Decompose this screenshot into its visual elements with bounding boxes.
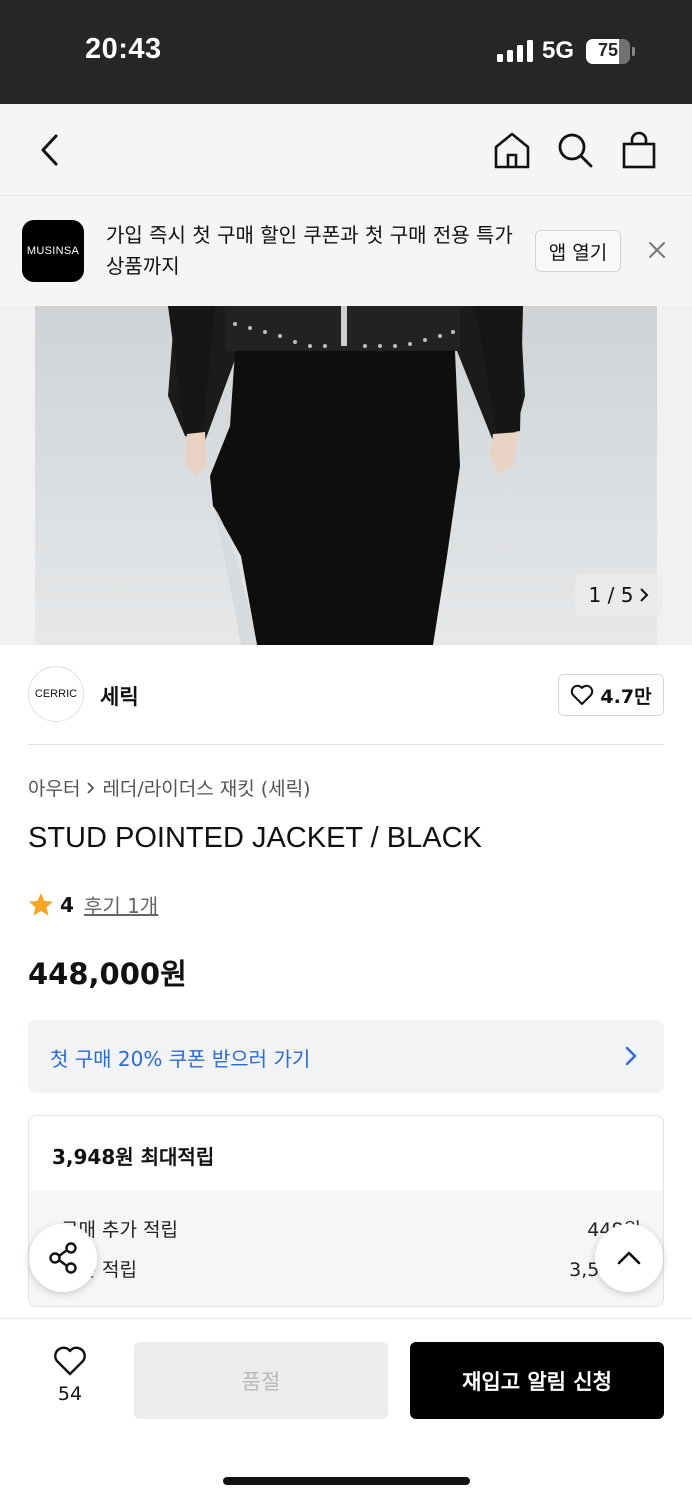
home-button[interactable] — [488, 126, 536, 174]
product-price: 448,000원 — [28, 957, 187, 991]
home-indicator — [223, 1477, 470, 1485]
brand-logo[interactable]: CERRIC — [28, 666, 84, 722]
chevron-up-icon — [617, 1251, 641, 1265]
heart-icon — [571, 684, 594, 705]
star-icon — [29, 893, 53, 916]
image-counter-text: 1 / 5 — [588, 583, 634, 607]
status-time: 20:43 — [85, 33, 162, 65]
review-link[interactable]: 후기 1개 — [84, 890, 158, 919]
points-card: 3,948원 최대적립 구매 추가 적립 448원 기본 적립 3,500원 — [28, 1115, 664, 1307]
brand-like-button[interactable]: 4.7만 — [558, 674, 664, 716]
points-title: 3,948원 최대적립 — [52, 1145, 215, 1169]
banner-message: 가입 즉시 첫 구매 할인 쿠폰과 첫 구매 전용 특가 상품까지 — [106, 223, 513, 278]
breadcrumb-subcategory[interactable]: 레더/라이더스 재킷 (세릭) — [102, 774, 310, 801]
brand-like-count: 4.7만 — [600, 685, 652, 708]
back-button[interactable] — [26, 126, 74, 174]
breadcrumb: 아우터 레더/라이더스 재킷 (세릭) — [28, 774, 311, 801]
restock-alert-button[interactable]: 재입고 알림 신청 — [410, 1342, 664, 1419]
image-counter[interactable]: 1 / 5 — [575, 574, 663, 616]
brand-row: CERRIC 세릭 4.7만 — [28, 664, 664, 724]
top-nav-bar — [0, 104, 692, 196]
wishlist-button[interactable]: 54 — [40, 1345, 100, 1405]
app-install-banner: MUSINSA 가입 즉시 첫 구매 할인 쿠폰과 첫 구매 전용 특가 상품까… — [0, 196, 692, 306]
cart-button[interactable] — [615, 126, 663, 174]
product-photo — [35, 306, 657, 645]
points-line: 기본 적립 3,500원 — [61, 1255, 641, 1282]
coupon-banner[interactable]: 첫 구매 20% 쿠폰 받으러 가기 — [28, 1020, 664, 1093]
signal-icon — [497, 40, 533, 62]
chevron-right-icon — [640, 588, 649, 602]
soldout-button: 품절 — [134, 1342, 388, 1419]
search-button[interactable] — [551, 126, 599, 174]
points-detail: 구매 추가 적립 448원 기본 적립 3,500원 — [29, 1191, 663, 1306]
status-bar: 20:43 5G 75 — [0, 0, 692, 104]
close-icon — [649, 242, 665, 258]
chevron-right-icon — [625, 1046, 637, 1066]
coupon-text: 첫 구매 20% 쿠폰 받으러 가기 — [50, 1047, 311, 1071]
search-icon — [558, 133, 593, 168]
product-image-gallery[interactable]: 1 / 5 — [0, 306, 692, 645]
breadcrumb-category[interactable]: 아우터 — [28, 774, 80, 801]
open-app-button[interactable]: 앱 열기 — [535, 230, 621, 272]
musinsa-logo: MUSINSA — [22, 220, 84, 282]
network-type: 5G — [542, 37, 575, 64]
share-icon — [49, 1242, 77, 1274]
wishlist-count: 54 — [57, 1383, 83, 1405]
divider — [28, 744, 664, 745]
bottom-action-bar: 54 품절 재입고 알림 신청 — [0, 1318, 692, 1500]
home-icon — [494, 132, 530, 169]
brand-name[interactable]: 세릭 — [100, 681, 139, 711]
heart-icon — [54, 1346, 86, 1376]
scroll-top-button[interactable] — [595, 1224, 663, 1292]
rating-score: 4 — [60, 892, 74, 917]
points-line: 구매 추가 적립 448원 — [61, 1215, 641, 1242]
product-title: STUD POINTED JACKET / BLACK — [28, 822, 482, 854]
rating-row: 4 후기 1개 — [28, 890, 158, 919]
battery-icon: 75 — [586, 39, 630, 64]
chevron-left-icon — [41, 134, 58, 166]
banner-close-button[interactable] — [640, 233, 674, 267]
battery-level: 75 — [597, 40, 619, 60]
shopping-bag-icon — [622, 131, 656, 169]
chevron-right-icon — [87, 781, 95, 794]
share-button[interactable] — [29, 1224, 97, 1292]
model-illustration — [168, 306, 525, 645]
battery-cap — [632, 47, 635, 56]
